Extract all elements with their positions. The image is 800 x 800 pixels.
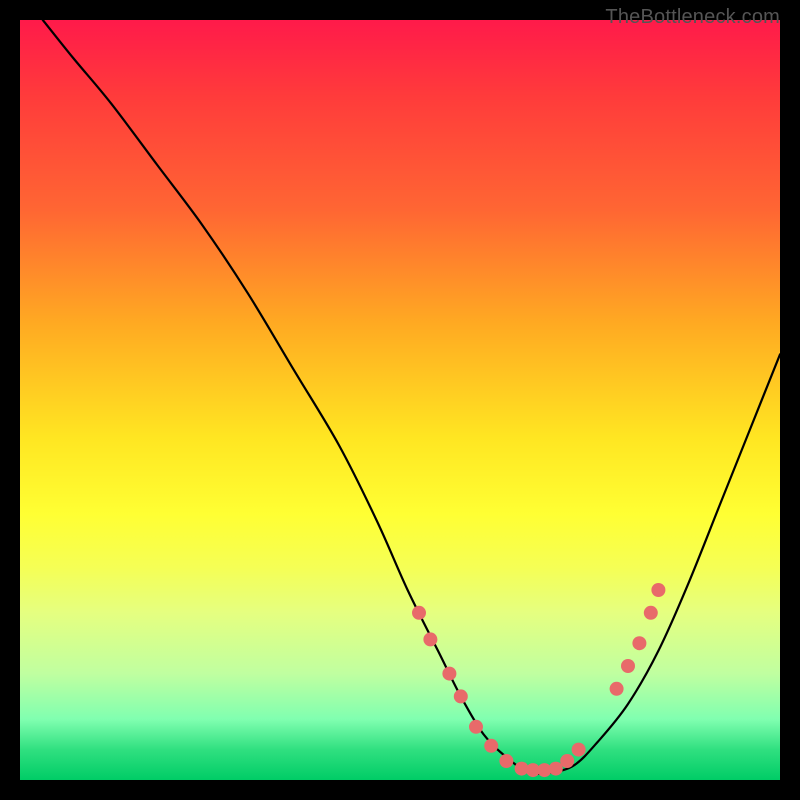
- curve-marker: [560, 754, 574, 768]
- curve-marker: [454, 689, 468, 703]
- curve-marker: [632, 636, 646, 650]
- curve-marker: [572, 743, 586, 757]
- curve-marker: [499, 754, 513, 768]
- plot-area: [20, 20, 780, 780]
- curve-marker: [651, 583, 665, 597]
- curve-marker: [644, 606, 658, 620]
- bottleneck-curve: [43, 20, 780, 774]
- curve-marker: [442, 667, 456, 681]
- curve-marker: [423, 632, 437, 646]
- curve-marker: [469, 720, 483, 734]
- chart-container: TheBottleneck.com: [0, 0, 800, 800]
- curve-marker: [621, 659, 635, 673]
- watermark-text: TheBottleneck.com: [605, 6, 780, 29]
- curve-marker: [412, 606, 426, 620]
- curve-svg: [20, 20, 780, 780]
- marker-group: [412, 583, 665, 777]
- curve-marker: [549, 762, 563, 776]
- curve-marker: [484, 739, 498, 753]
- curve-marker: [610, 682, 624, 696]
